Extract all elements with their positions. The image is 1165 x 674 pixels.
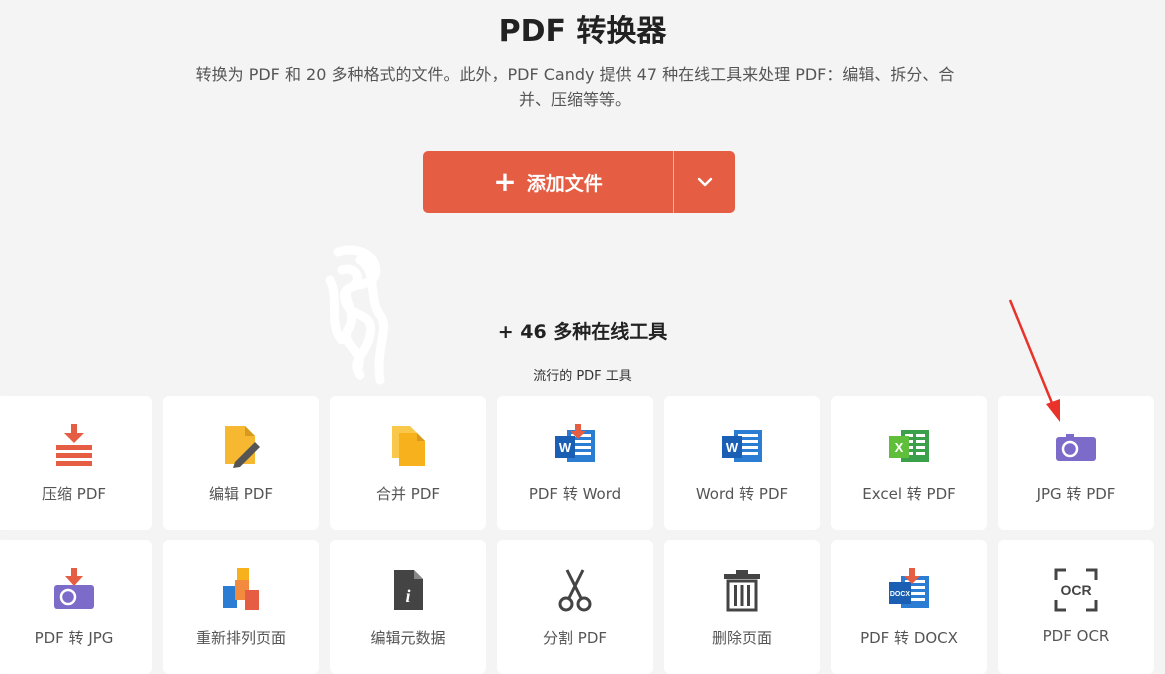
tool-card-edit-pdf[interactable]: 编辑 PDF: [163, 396, 319, 530]
tool-label: 删除页面: [711, 629, 772, 647]
rearrange-icon: [223, 568, 259, 610]
tool-card-excel-to-pdf[interactable]: X Excel 转 PDF: [831, 396, 987, 530]
compress-icon: [56, 424, 92, 466]
tool-label: 编辑元数据: [370, 629, 446, 647]
camera-icon: [1056, 434, 1096, 461]
docx-icon: DOCX: [889, 568, 929, 608]
tool-card-delete-pages[interactable]: 删除页面: [664, 540, 820, 674]
add-files-label: 添加文件: [526, 172, 603, 195]
svg-text:W: W: [559, 440, 572, 455]
camera-download-icon: [54, 568, 94, 609]
tool-card-pdf-to-jpg[interactable]: PDF 转 JPG: [0, 540, 152, 674]
trash-icon: [724, 570, 760, 612]
tool-label: 重新排列页面: [195, 629, 286, 647]
tool-label: 合并 PDF: [376, 485, 440, 503]
tools-subheading: 流行的 PDF 工具: [533, 369, 632, 384]
svg-text:W: W: [726, 440, 739, 455]
tool-card-pdf-ocr[interactable]: OCR PDF OCR: [998, 540, 1154, 674]
tool-card-pdf-to-docx[interactable]: DOCX PDF 转 DOCX: [831, 540, 987, 674]
info-file-icon: i: [394, 570, 423, 610]
scissors-icon: [558, 569, 592, 612]
add-files-button[interactable]: + 添加文件: [423, 151, 673, 213]
plus-icon: +: [493, 165, 517, 198]
tool-card-split-pdf[interactable]: 分割 PDF: [497, 540, 653, 674]
excel-icon: X: [889, 430, 929, 462]
tool-label: 编辑 PDF: [209, 485, 273, 503]
tool-card-compress-pdf[interactable]: 压缩 PDF: [0, 396, 152, 530]
tool-card-edit-metadata[interactable]: i 编辑元数据: [330, 540, 486, 674]
tool-card-merge-pdf[interactable]: 合并 PDF: [330, 396, 486, 530]
word-icon: W: [722, 430, 762, 462]
annotation-arrow: [1008, 299, 1060, 422]
tool-card-word-to-pdf[interactable]: W Word 转 PDF: [664, 396, 820, 530]
edit-icon: [225, 426, 260, 468]
upload-source-dropdown[interactable]: [674, 151, 735, 213]
tool-card-rearrange-pages[interactable]: 重新排列页面: [163, 540, 319, 674]
ocr-icon: OCR: [1054, 568, 1098, 612]
svg-text:DOCX: DOCX: [890, 591, 911, 598]
page-title: PDF 转换器: [498, 14, 667, 49]
tool-card-pdf-to-word[interactable]: W PDF 转 Word: [497, 396, 653, 530]
tool-label: PDF 转 DOCX: [860, 629, 958, 647]
chevron-down-icon: [697, 177, 712, 187]
tool-label: Word 转 PDF: [695, 485, 789, 503]
tools-heading: + 46 多种在线工具: [497, 321, 668, 343]
tool-label: 压缩 PDF: [42, 485, 106, 503]
svg-text:OCR: OCR: [1060, 582, 1091, 598]
tool-label: 分割 PDF: [543, 629, 607, 647]
tool-label: JPG 转 PDF: [1036, 485, 1116, 503]
tool-label: Excel 转 PDF: [862, 485, 956, 503]
add-files-button-group: + 添加文件: [423, 151, 735, 213]
merge-icon: [392, 426, 425, 466]
tool-label: PDF 转 Word: [528, 485, 622, 503]
svg-text:i: i: [405, 586, 410, 606]
page-subtitle: 转换为 PDF 和 20 多种格式的文件。此外，PDF Candy 提供 47 …: [195, 65, 955, 109]
tool-label: PDF 转 JPG: [34, 629, 114, 647]
tool-label: PDF OCR: [1042, 627, 1110, 645]
svg-text:X: X: [895, 440, 904, 455]
word-icon: W: [555, 424, 595, 462]
